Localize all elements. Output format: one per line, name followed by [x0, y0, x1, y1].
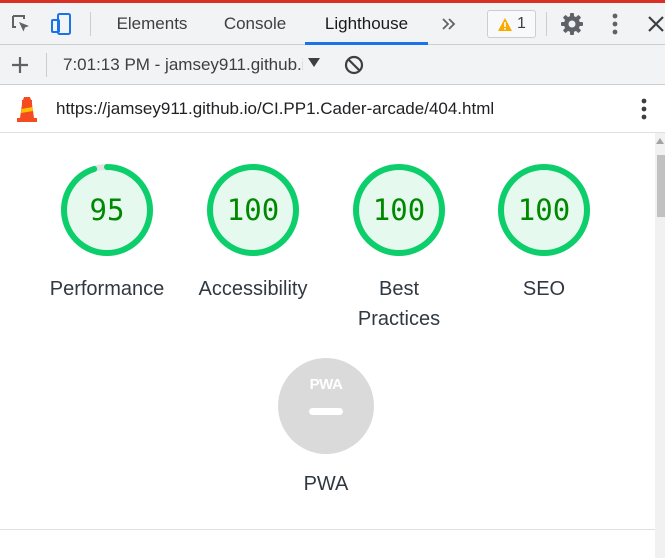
device-toolbar-icon[interactable] [48, 11, 74, 37]
toolbar-divider [546, 12, 547, 36]
dropdown-arrow-icon[interactable] [308, 55, 320, 72]
report-toolbar: 7:01:13 PM - jamsey911.github.io [0, 45, 665, 85]
clear-block-icon[interactable] [341, 52, 367, 78]
plus-icon[interactable] [7, 52, 33, 78]
pwa-badge-text: PWA [309, 376, 343, 393]
gauge-pwa[interactable]: PWA [278, 358, 374, 454]
gauge-seo-label: SEO [522, 278, 566, 300]
warning-icon [498, 17, 513, 31]
warnings-count: 1 [517, 15, 526, 32]
close-icon[interactable] [643, 11, 665, 37]
report-selector[interactable]: 7:01:13 PM - jamsey911.github.io [63, 45, 303, 85]
gauge-best-practices[interactable]: 100 [351, 162, 447, 258]
report-url[interactable]: https://jamsey911.github.io/CI.PP1.Cader… [56, 85, 494, 133]
toolbar-divider [46, 53, 47, 77]
section-divider [0, 529, 655, 530]
tab-lighthouse[interactable]: Lighthouse [305, 3, 428, 45]
tab-elements[interactable]: Elements [104, 3, 200, 45]
inspect-element-icon[interactable] [8, 11, 34, 37]
gauge-pwa-label: PWA [303, 473, 349, 495]
warnings-badge[interactable]: 1 [487, 10, 536, 38]
devtools-tab-bar: Elements Console Lighthouse 1 [0, 3, 665, 45]
gauge-performance[interactable]: 95 [59, 162, 155, 258]
chevrons-right-icon[interactable] [436, 11, 462, 37]
gauge-seo[interactable]: 100 [496, 162, 592, 258]
report-menu-icon[interactable] [631, 96, 657, 122]
toolbar-divider [90, 12, 91, 36]
scroll-thumb[interactable] [657, 155, 665, 217]
scroll-up-arrow-icon[interactable] [656, 138, 664, 144]
vertical-scrollbar[interactable] [655, 133, 665, 558]
tab-console[interactable]: Console [210, 3, 300, 45]
gauge-seo-score: 100 [517, 193, 571, 227]
more-options-icon[interactable] [602, 11, 628, 37]
gauge-performance-score: 95 [89, 193, 125, 227]
lighthouse-logo-icon [14, 95, 40, 123]
gauge-accessibility-score: 100 [226, 193, 280, 227]
pwa-badge-icon [278, 358, 374, 454]
gauge-accessibility-label: Accessibility [198, 278, 308, 300]
report-url-bar: https://jamsey911.github.io/CI.PP1.Cader… [0, 85, 665, 133]
gauge-accessibility[interactable]: 100 [205, 162, 301, 258]
gauge-performance-label: Performance [49, 278, 165, 300]
gauge-best-practices-score: 100 [372, 193, 426, 227]
gauge-best-practices-label: Best Practices [357, 278, 441, 330]
gear-icon[interactable] [559, 11, 585, 37]
